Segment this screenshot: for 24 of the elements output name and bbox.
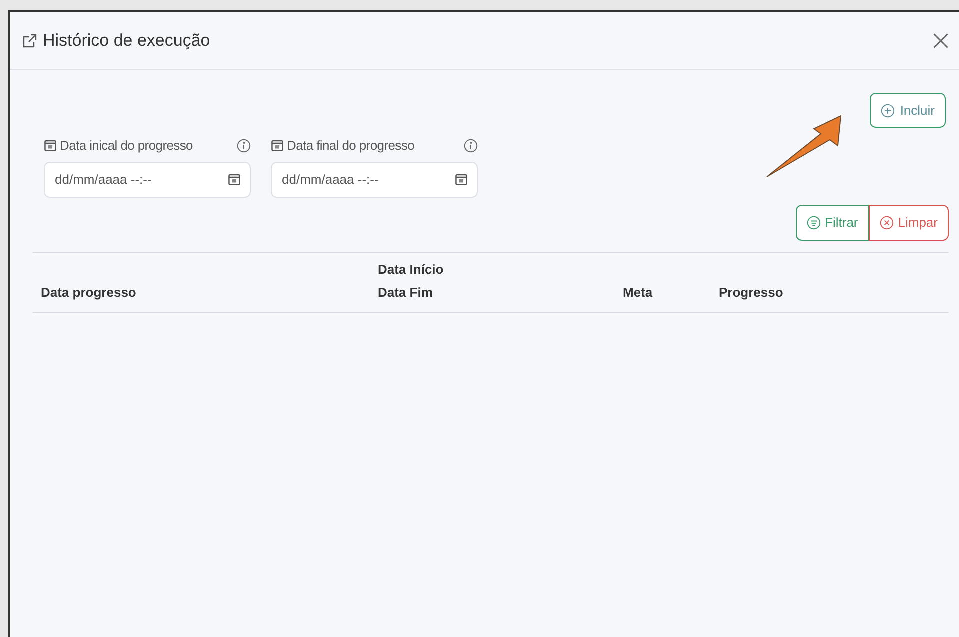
column-header: Data progresso [41, 284, 138, 302]
column-header: Data Início [378, 260, 445, 278]
plus-circle-icon [881, 104, 896, 118]
column-header: Progresso [719, 284, 784, 302]
dialog-title: Histórico de execução [43, 30, 210, 52]
info-icon [464, 138, 478, 153]
add-button[interactable]: Incluir [870, 93, 946, 128]
external-link-icon [22, 32, 38, 48]
filter-icon [807, 216, 822, 230]
info-icon [237, 138, 251, 153]
datetime-field[interactable]: dd/mm/aaaa --:-- [44, 162, 251, 198]
filter-button[interactable]: Filtrar [796, 204, 870, 240]
field-label: Data final do progresso [287, 137, 415, 155]
field-label: Data inical do progresso [60, 137, 193, 155]
column-header: Meta [623, 284, 654, 302]
calendar-icon [455, 172, 468, 186]
calendar-icon [271, 139, 284, 152]
column-header: Data Fim [378, 284, 434, 302]
datetime-field[interactable]: dd/mm/aaaa --:-- [271, 162, 478, 198]
clear-icon [880, 216, 894, 230]
calendar-icon [228, 172, 241, 186]
close-icon [932, 32, 950, 50]
clear-button[interactable]: Limpar [869, 204, 949, 240]
calendar-icon [44, 139, 57, 152]
